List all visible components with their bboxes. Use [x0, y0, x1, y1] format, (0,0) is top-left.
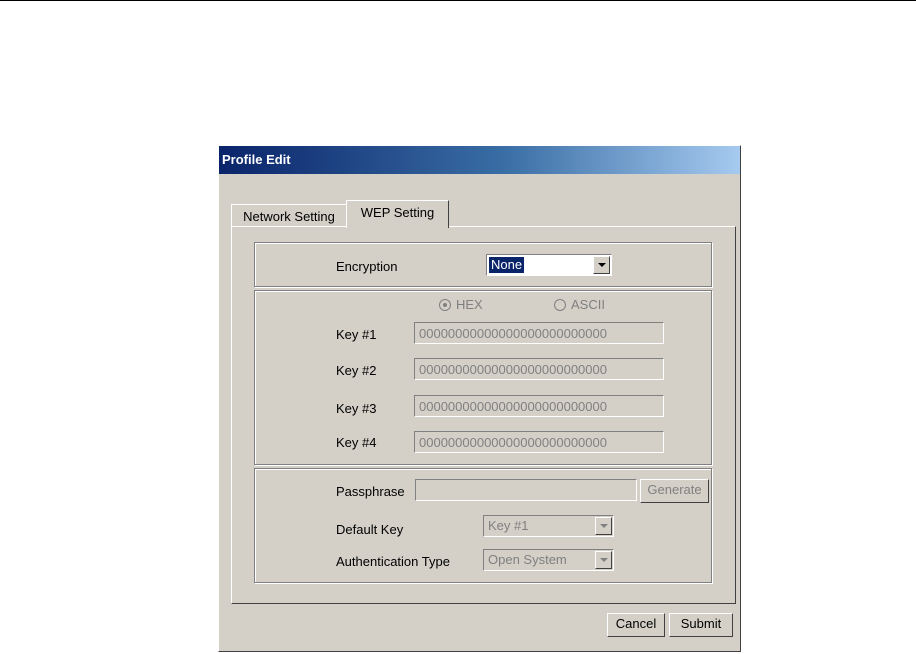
key3-label: Key #3	[336, 401, 377, 416]
default-key-select[interactable]: Key #1	[483, 515, 614, 537]
auth-type-value: Open System	[488, 552, 567, 567]
key2-input[interactable]: 00000000000000000000000000	[414, 358, 664, 380]
key1-label: Key #1	[336, 327, 377, 342]
key3-input[interactable]: 00000000000000000000000000	[414, 395, 664, 417]
encryption-select[interactable]: None	[486, 254, 612, 276]
tab-wep-setting[interactable]: WEP Setting	[346, 200, 449, 228]
hex-label: HEX	[456, 297, 483, 312]
submit-button[interactable]: Submit	[669, 613, 733, 637]
passphrase-input[interactable]	[415, 479, 637, 501]
default-key-value: Key #1	[488, 518, 529, 533]
cancel-button[interactable]: Cancel	[607, 613, 665, 637]
chevron-down-icon[interactable]	[595, 551, 612, 569]
generate-button[interactable]: Generate	[640, 479, 709, 503]
ascii-label: ASCII	[571, 297, 605, 312]
key2-label: Key #2	[336, 363, 377, 378]
tab-network-setting[interactable]: Network Setting	[231, 204, 347, 226]
profile-edit-dialog: Profile Edit Network Setting WEP Setting…	[218, 145, 741, 652]
default-key-label: Default Key	[336, 522, 404, 537]
chevron-down-icon[interactable]	[595, 517, 612, 535]
encryption-group	[254, 242, 712, 287]
key4-input[interactable]: 00000000000000000000000000	[414, 431, 664, 453]
page-top-rule	[0, 0, 916, 1]
passphrase-label: Passphrase	[336, 484, 405, 499]
encryption-value: None	[489, 257, 525, 273]
auth-type-label: Authentication Type	[336, 554, 450, 569]
key1-input[interactable]: 00000000000000000000000000	[414, 322, 664, 344]
title-bar[interactable]: Profile Edit	[219, 146, 740, 174]
window-title: Profile Edit	[222, 152, 291, 167]
chevron-down-icon[interactable]	[593, 256, 610, 274]
key4-label: Key #4	[336, 435, 377, 450]
encryption-label: Encryption	[336, 259, 398, 274]
ascii-radio[interactable]	[554, 299, 566, 311]
hex-radio[interactable]	[439, 299, 451, 311]
auth-type-select[interactable]: Open System	[483, 549, 614, 571]
